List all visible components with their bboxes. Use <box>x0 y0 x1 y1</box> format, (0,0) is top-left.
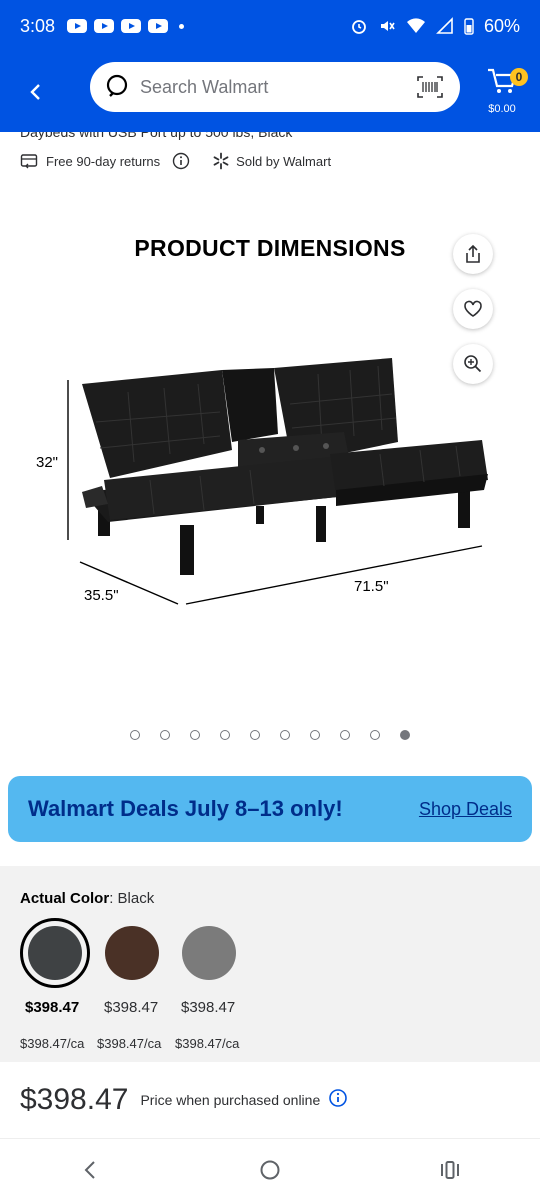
returns-text: Free 90-day returns <box>46 153 161 169</box>
carousel-dot[interactable] <box>280 730 290 740</box>
share-icon <box>466 244 480 263</box>
notification-dot-icon <box>179 23 185 29</box>
carousel-dot[interactable] <box>370 730 380 740</box>
back-button[interactable] <box>18 74 54 110</box>
signal-icon <box>436 17 453 34</box>
nav-recents-button[interactable] <box>425 1150 475 1190</box>
wifi-icon <box>406 18 425 33</box>
color-label: Actual Color <box>20 890 110 907</box>
swatch-gray[interactable] <box>182 926 236 980</box>
shop-deals-link[interactable]: Shop Deals <box>419 799 512 820</box>
deals-banner[interactable]: Walmart Deals July 8–13 only! Shop Deals <box>8 776 532 842</box>
alarm-icon <box>352 20 366 34</box>
status-time: 3:08 <box>20 15 56 36</box>
price-bar: $398.47 Price when purchased online <box>0 1062 540 1138</box>
favorite-button[interactable] <box>453 289 493 329</box>
carousel-dot-active[interactable] <box>400 730 410 740</box>
returns-icon <box>20 152 38 170</box>
price-note: Price when purchased online <box>140 1092 321 1108</box>
battery-icon <box>464 18 474 35</box>
nav-recents-icon <box>441 1160 459 1179</box>
carousel-dot[interactable] <box>130 730 140 740</box>
dimension-height: 32" <box>36 454 59 471</box>
variant-unit-gray: $398.47/ca <box>175 1036 240 1051</box>
cart-amount: $0.00 <box>488 103 516 115</box>
youtube-icon <box>148 19 169 33</box>
price-info-icon[interactable] <box>328 1088 348 1113</box>
search-icon <box>106 74 128 97</box>
color-variants: Actual Color: Black $398.47 $398.47 $398… <box>0 866 540 1062</box>
carousel-dot[interactable] <box>220 730 230 740</box>
variant-price-black: $398.47 <box>25 999 80 1016</box>
variant-price-gray: $398.47 <box>181 999 236 1016</box>
battery-level: 60% <box>483 15 520 36</box>
nav-back-button[interactable] <box>65 1150 115 1190</box>
deals-headline: Walmart Deals July 8–13 only! <box>28 796 343 821</box>
info-icon[interactable] <box>172 152 190 170</box>
walmart-spark-icon <box>212 152 230 170</box>
swatch-black[interactable] <box>20 918 90 988</box>
status-bar: 3:08 60% <box>0 0 540 52</box>
nav-home-button[interactable] <box>245 1150 295 1190</box>
youtube-icon <box>67 19 88 33</box>
barcode-scan-icon[interactable] <box>416 75 444 99</box>
chevron-left-icon <box>30 84 40 100</box>
app-header: Search Walmart 0 $0.00 <box>0 52 540 132</box>
carousel-indicator[interactable] <box>0 730 540 740</box>
variant-price-brown: $398.47 <box>104 999 159 1016</box>
color-label-row: Actual Color: Black <box>20 890 154 907</box>
dimension-depth: 35.5" <box>84 587 119 604</box>
search-input[interactable]: Search Walmart <box>140 77 416 98</box>
variant-unit-brown: $398.47/ca <box>97 1036 162 1051</box>
selected-color: : Black <box>109 890 155 907</box>
product-price: $398.47 <box>20 1083 129 1116</box>
cart-count-badge: 0 <box>510 68 528 86</box>
carousel-dot[interactable] <box>160 730 170 740</box>
product-meta-row: Free 90-day returns Sold by Walmart <box>20 152 331 170</box>
mute-icon <box>380 21 395 31</box>
cart-button[interactable]: 0 $0.00 <box>480 66 528 116</box>
heart-icon <box>464 300 482 317</box>
carousel-dot[interactable] <box>340 730 350 740</box>
dimension-width: 71.5" <box>354 578 389 595</box>
futon-image <box>67 358 488 605</box>
carousel-dot[interactable] <box>190 730 200 740</box>
swatch-brown[interactable] <box>105 926 159 980</box>
carousel-dot[interactable] <box>250 730 260 740</box>
youtube-icon <box>121 19 142 33</box>
variant-unit-black: $398.47/ca <box>20 1036 85 1051</box>
youtube-icon <box>94 19 115 33</box>
sold-by-text: Sold by Walmart <box>236 153 332 169</box>
system-nav-bar <box>0 1138 540 1200</box>
share-button[interactable] <box>453 234 493 274</box>
nav-back-icon <box>84 1160 95 1179</box>
search-bar[interactable]: Search Walmart <box>90 62 460 112</box>
nav-home-icon <box>260 1160 280 1179</box>
product-image-carousel[interactable]: PRODUCT DIMENSIONS 32" 35.5" 71.5" <box>0 190 540 750</box>
carousel-dot[interactable] <box>310 730 320 740</box>
